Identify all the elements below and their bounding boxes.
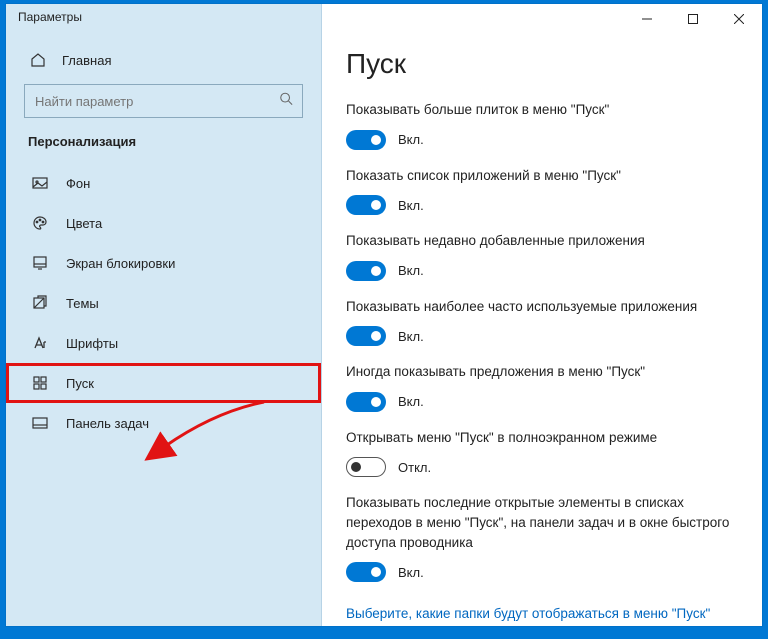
picture-icon: [32, 175, 48, 191]
category-header: Персонализация: [6, 134, 321, 163]
close-button[interactable]: [716, 4, 762, 34]
toggle-switch[interactable]: [346, 562, 386, 582]
start-icon: [32, 375, 48, 391]
setting-label: Показывать недавно добавленные приложени…: [346, 231, 738, 251]
home-label: Главная: [62, 53, 111, 68]
choose-folders-link[interactable]: Выберите, какие папки будут отображаться…: [346, 606, 710, 621]
sidebar-item-themes[interactable]: Темы: [6, 283, 321, 323]
search-icon: [279, 92, 293, 111]
setting-item: Открывать меню "Пуск" в полноэкранном ре…: [346, 428, 738, 478]
toggle-switch[interactable]: [346, 457, 386, 477]
toggle-row: Вкл.: [346, 392, 738, 412]
toggle-row: Вкл.: [346, 130, 738, 150]
content-pane: Пуск Показывать больше плиток в меню "Пу…: [322, 4, 762, 626]
lockscreen-icon: [32, 255, 48, 271]
setting-label: Открывать меню "Пуск" в полноэкранном ре…: [346, 428, 738, 448]
setting-item: Иногда показывать предложения в меню "Пу…: [346, 362, 738, 412]
sidebar-item-background[interactable]: Фон: [6, 163, 321, 203]
setting-label: Иногда показывать предложения в меню "Пу…: [346, 362, 738, 382]
sidebar-item-start[interactable]: Пуск: [6, 363, 321, 403]
toggle-state-label: Откл.: [398, 460, 431, 475]
setting-label: Показывать последние открытые элементы в…: [346, 493, 738, 552]
setting-item: Показывать недавно добавленные приложени…: [346, 231, 738, 281]
window-controls: [624, 4, 762, 34]
sidebar-item-label: Шрифты: [66, 336, 118, 351]
toggle-switch[interactable]: [346, 130, 386, 150]
setting-item: Показывать последние открытые элементы в…: [346, 493, 738, 582]
home-icon: [30, 52, 46, 68]
toggle-row: Вкл.: [346, 261, 738, 281]
sidebar-item-label: Цвета: [66, 216, 102, 231]
nav-list: Фон Цвета: [6, 163, 321, 443]
setting-item: Показывать наиболее часто используемые п…: [346, 297, 738, 347]
sidebar-item-label: Панель задач: [66, 416, 149, 431]
sidebar-item-taskbar[interactable]: Панель задач: [6, 403, 321, 443]
toggle-state-label: Вкл.: [398, 263, 424, 278]
toggle-switch[interactable]: [346, 392, 386, 412]
toggle-state-label: Вкл.: [398, 565, 424, 580]
setting-label: Показывать больше плиток в меню "Пуск": [346, 100, 738, 120]
setting-item: Показать список приложений в меню "Пуск"…: [346, 166, 738, 216]
toggle-state-label: Вкл.: [398, 394, 424, 409]
toggle-switch[interactable]: [346, 195, 386, 215]
setting-label: Показывать наиболее часто используемые п…: [346, 297, 738, 317]
toggle-row: Откл.: [346, 457, 738, 477]
setting-label: Показать список приложений в меню "Пуск": [346, 166, 738, 186]
sidebar-item-label: Фон: [66, 176, 90, 191]
sidebar-item-fonts[interactable]: Шрифты: [6, 323, 321, 363]
search-input[interactable]: [24, 84, 303, 118]
sidebar: Параметры Главная: [6, 4, 322, 626]
home-nav[interactable]: Главная: [6, 36, 321, 84]
setting-item: Показывать больше плиток в меню "Пуск" Вк…: [346, 100, 738, 150]
toggle-row: Вкл.: [346, 562, 738, 582]
sidebar-item-colors[interactable]: Цвета: [6, 203, 321, 243]
sidebar-item-label: Экран блокировки: [66, 256, 175, 271]
page-title: Пуск: [346, 48, 738, 80]
toggle-state-label: Вкл.: [398, 132, 424, 147]
fonts-icon: [32, 335, 48, 351]
toggle-state-label: Вкл.: [398, 198, 424, 213]
toggle-switch[interactable]: [346, 261, 386, 281]
toggle-row: Вкл.: [346, 195, 738, 215]
themes-icon: [32, 295, 48, 311]
maximize-button[interactable]: [670, 4, 716, 34]
toggle-row: Вкл.: [346, 326, 738, 346]
sidebar-item-label: Темы: [66, 296, 99, 311]
window-title: Параметры: [6, 4, 321, 36]
toggle-switch[interactable]: [346, 326, 386, 346]
palette-icon: [32, 215, 48, 231]
settings-list: Показывать больше плиток в меню "Пуск" Вк…: [346, 100, 738, 582]
taskbar-icon: [32, 415, 48, 431]
toggle-state-label: Вкл.: [398, 329, 424, 344]
minimize-button[interactable]: [624, 4, 670, 34]
sidebar-item-label: Пуск: [66, 376, 94, 391]
settings-window: Параметры Главная: [6, 4, 762, 626]
sidebar-item-lockscreen[interactable]: Экран блокировки: [6, 243, 321, 283]
